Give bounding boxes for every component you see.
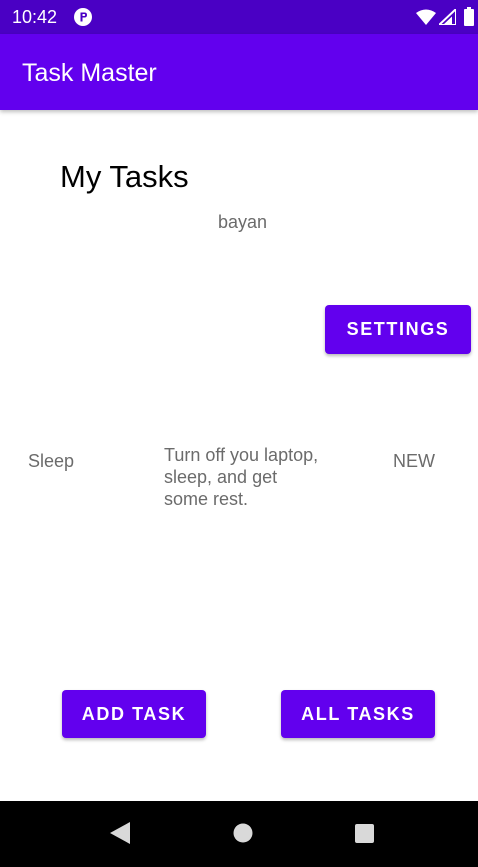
task-title: Sleep: [28, 451, 75, 471]
cell-signal-icon: [439, 9, 456, 25]
back-icon[interactable]: [110, 822, 130, 844]
battery-icon: [464, 7, 474, 26]
home-icon[interactable]: [233, 823, 253, 843]
app-title: Task Master: [22, 59, 157, 87]
wifi-icon: [416, 9, 436, 25]
app-notification-icon: [74, 8, 92, 26]
status-bar: 10:42: [0, 0, 478, 34]
settings-button[interactable]: SETTINGS: [325, 305, 471, 354]
page-title: My Tasks: [60, 159, 189, 194]
recents-icon[interactable]: [355, 824, 374, 843]
app-bar: Task Master: [0, 34, 478, 110]
status-time: 10:42: [12, 7, 58, 27]
add-task-button[interactable]: ADD TASK: [62, 690, 206, 738]
task-body: Turn off you laptop, sleep, and get some…: [164, 445, 319, 509]
all-tasks-button[interactable]: ALL TASKS: [281, 690, 435, 738]
task-state: NEW: [393, 451, 435, 471]
username-label: bayan: [218, 212, 268, 232]
